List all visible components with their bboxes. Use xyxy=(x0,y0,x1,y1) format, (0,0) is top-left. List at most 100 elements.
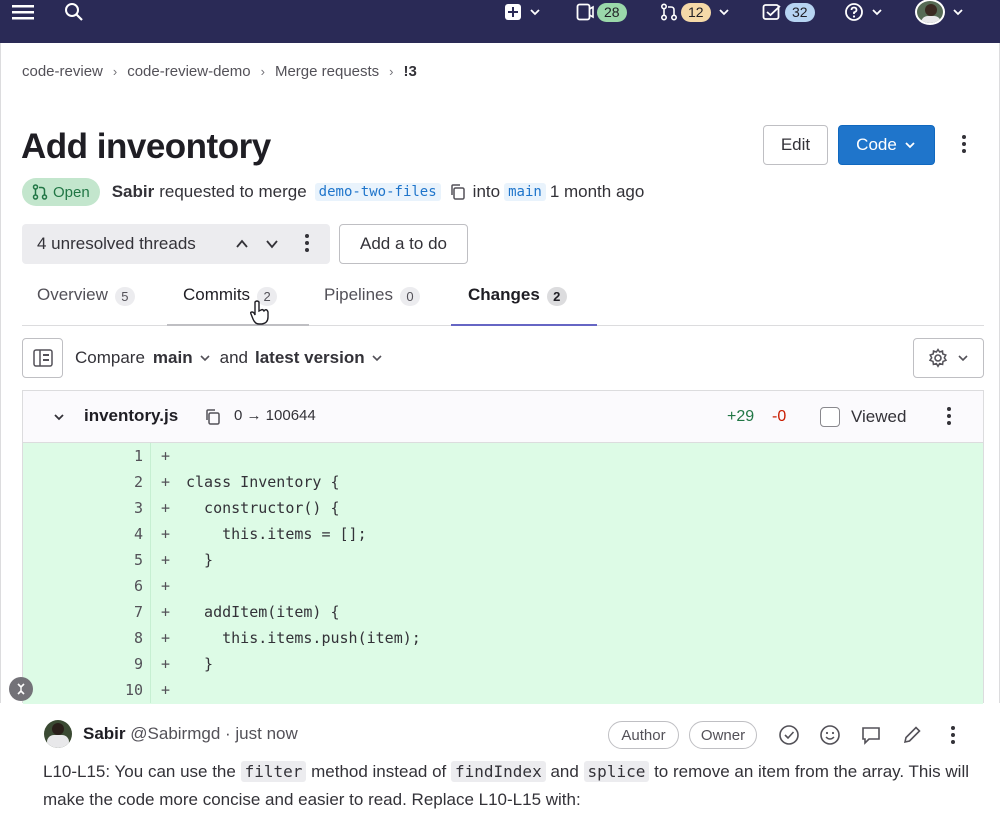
chevron-down-icon xyxy=(872,9,882,16)
gutter-divider xyxy=(150,495,151,521)
code-dropdown-button[interactable]: Code xyxy=(838,125,935,165)
line-number[interactable]: 6 xyxy=(23,573,143,599)
create-new-button[interactable] xyxy=(504,0,542,24)
edit-pencil-icon[interactable] xyxy=(901,724,923,746)
target-branch[interactable]: main xyxy=(504,183,546,201)
line-number[interactable]: 8 xyxy=(23,625,143,651)
file-options-icon[interactable] xyxy=(946,407,952,425)
code-text: addItem(item) { xyxy=(186,603,340,621)
user-menu-button[interactable] xyxy=(915,0,965,25)
file-tree-toggle-button[interactable] xyxy=(22,338,63,378)
line-number[interactable]: 4 xyxy=(23,521,143,547)
merge-request-open-icon xyxy=(32,184,48,200)
tab-label: Changes xyxy=(468,285,540,304)
comment-body: L10-L15: You can use the filter method i… xyxy=(43,758,978,814)
todos-count-badge: 32 xyxy=(785,2,815,22)
author-role-badge: Author xyxy=(608,721,679,749)
collapse-chevron-icon[interactable] xyxy=(52,410,66,424)
search-icon[interactable] xyxy=(64,0,84,24)
viewed-checkbox[interactable] xyxy=(820,407,840,427)
tab-changes[interactable]: Changes 2 xyxy=(468,280,567,326)
chevron-down-icon xyxy=(530,9,540,16)
gutter-divider xyxy=(150,469,151,495)
requested-text: requested to merge xyxy=(159,182,307,201)
page-title: Add inveontory xyxy=(21,127,271,166)
time-ago: 1 month ago xyxy=(549,182,645,201)
breadcrumb-group[interactable]: code-review xyxy=(22,63,103,80)
code-text: } xyxy=(186,655,214,673)
avatar[interactable] xyxy=(44,720,72,748)
file-tree-icon xyxy=(32,349,53,367)
edit-button[interactable]: Edit xyxy=(763,125,828,165)
merge-requests-button[interactable]: 12 xyxy=(660,0,731,24)
add-todo-button[interactable]: Add a to do xyxy=(339,224,468,264)
threads-options-icon[interactable] xyxy=(304,234,310,252)
line-number[interactable]: 9 xyxy=(23,651,143,677)
top-navbar: 28 12 32 xyxy=(0,0,1000,43)
compare-and-label: and xyxy=(219,348,248,367)
unresolved-threads-label[interactable]: 4 unresolved threads xyxy=(37,234,196,254)
gutter-divider xyxy=(150,677,151,703)
code-line: 9 + } xyxy=(23,651,983,677)
breadcrumb-project[interactable]: code-review-demo xyxy=(127,63,250,80)
added-marker: + xyxy=(161,525,171,543)
breadcrumb-current[interactable]: !3 xyxy=(404,63,417,80)
code-diff: 1 + 2 + class Inventory { 3 + constructor()… xyxy=(23,443,983,704)
line-number[interactable]: 1 xyxy=(23,443,143,469)
reply-icon[interactable] xyxy=(860,724,882,746)
todos-button[interactable]: 32 xyxy=(762,0,815,24)
gutter-divider xyxy=(150,625,151,651)
line-number[interactable]: 5 xyxy=(23,547,143,573)
breadcrumb-separator: › xyxy=(112,64,118,79)
breadcrumb-separator: › xyxy=(260,64,265,79)
into-text: into xyxy=(472,182,501,201)
active-tab-indicator xyxy=(451,324,597,326)
add-reaction-icon[interactable] xyxy=(819,724,841,746)
comment-options-icon[interactable] xyxy=(950,726,956,744)
gutter-divider xyxy=(150,651,151,677)
help-button[interactable] xyxy=(844,0,884,24)
chevron-down-icon[interactable] xyxy=(263,235,281,253)
gear-icon xyxy=(928,348,947,368)
author-name[interactable]: Sabir xyxy=(112,182,155,202)
comment-author[interactable]: Sabir xyxy=(83,724,126,743)
line-number[interactable]: 10 xyxy=(23,677,143,703)
tab-overview[interactable]: Overview 5 xyxy=(37,280,135,326)
added-marker: + xyxy=(161,681,171,699)
collapse-thread-icon[interactable] xyxy=(9,677,33,701)
tab-label: Overview xyxy=(37,285,108,304)
chevron-up-icon[interactable] xyxy=(233,235,251,253)
file-name[interactable]: inventory.js xyxy=(84,406,178,426)
merge-request-meta: Open Sabir requested to merge demo-two-f… xyxy=(22,178,644,206)
line-number[interactable]: 2 xyxy=(23,469,143,495)
tab-pipelines[interactable]: Pipelines 0 xyxy=(324,280,420,326)
line-number[interactable]: 3 xyxy=(23,495,143,521)
added-marker: + xyxy=(161,473,171,491)
compare-label: Compare xyxy=(75,348,145,367)
issues-button[interactable]: 28 xyxy=(576,0,627,24)
comment-handle[interactable]: @Sabirmgd xyxy=(130,724,220,743)
comment-text-part: method instead of xyxy=(311,762,447,781)
hamburger-menu-icon[interactable] xyxy=(12,0,34,24)
added-marker: + xyxy=(161,655,171,673)
chevron-down-icon xyxy=(718,9,729,16)
compare-version-dropdown[interactable]: latest version xyxy=(255,348,384,368)
gutter-divider xyxy=(150,599,151,625)
compare-base-label: main xyxy=(152,348,193,367)
file-mode: 0 → 100644 xyxy=(234,407,316,424)
hover-tab-indicator xyxy=(167,324,309,326)
copy-file-path-icon[interactable] xyxy=(204,408,222,426)
breadcrumb-merge-requests[interactable]: Merge requests xyxy=(275,63,379,80)
more-actions-icon[interactable] xyxy=(961,135,967,153)
source-branch[interactable]: demo-two-files xyxy=(314,183,441,201)
code-text: this.items = []; xyxy=(186,525,367,543)
resolve-thread-icon[interactable] xyxy=(778,724,800,746)
compare-base-dropdown[interactable]: main xyxy=(153,348,212,368)
code-line: 2 + class Inventory { xyxy=(23,469,983,495)
diff-settings-button[interactable] xyxy=(913,338,984,378)
gutter-divider xyxy=(150,521,151,547)
copy-icon[interactable] xyxy=(449,183,467,201)
tab-count: 5 xyxy=(114,287,135,306)
tab-count: 0 xyxy=(400,287,420,306)
line-number[interactable]: 7 xyxy=(23,599,143,625)
